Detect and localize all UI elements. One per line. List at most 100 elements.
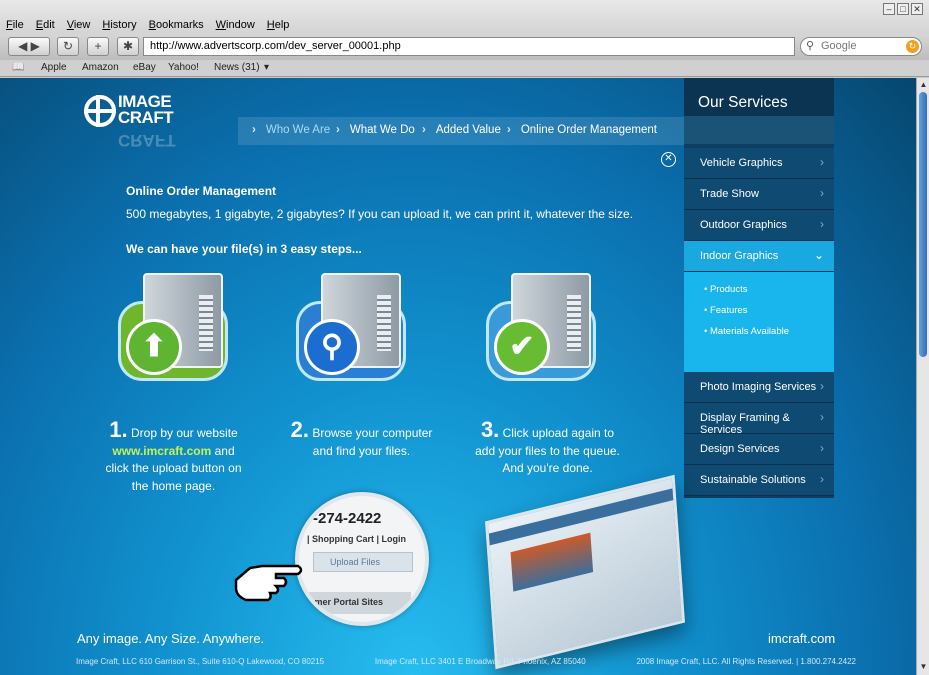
close-icon[interactable]: ✕ — [661, 152, 676, 167]
scroll-down-icon[interactable]: ▼ — [918, 662, 929, 673]
sidebar-sub-materials[interactable]: • Materials Available — [704, 326, 834, 337]
content-subtitle: We can have your file(s) in 3 easy steps… — [126, 242, 362, 256]
services-sidebar: Our Services Vehicle Graphics › Trade Sho… — [684, 78, 834, 498]
nav-online-order-management[interactable]: Online Order Management — [507, 124, 657, 136]
nav-what-we-do[interactable]: What We Do — [336, 124, 415, 136]
back-forward-button[interactable]: ◀ ▶ — [8, 37, 50, 56]
search-field[interactable]: ⚲ Google ↻ — [800, 37, 922, 56]
magnifier-portal: omer Portal Sites — [303, 592, 411, 614]
sidebar-item-label: Design Services — [700, 443, 780, 455]
sidebar-item-trade-show[interactable]: Trade Show › — [684, 179, 834, 210]
sidebar-sub-products[interactable]: • Products — [704, 284, 834, 295]
search-icon: ⚲ — [806, 40, 815, 52]
toolbar: ◀ ▶ ↻ + ✱ http://www.advertscorp.com/dev… — [0, 34, 929, 60]
web-page: IMAGE CRAFT CRAFT Who We Are What We Do … — [0, 78, 916, 675]
close-window-icon[interactable]: ✕ — [911, 3, 923, 15]
sidebar-sub-features[interactable]: • Features — [704, 305, 834, 316]
step-1-text-a: Drop by our website — [130, 426, 238, 440]
vertical-scrollbar[interactable]: ▲ ▼ — [916, 78, 929, 675]
content-description: 500 megabytes, 1 gigabyte, 2 gigabytes? … — [126, 207, 633, 221]
add-bookmark-icon[interactable]: + — [87, 37, 109, 56]
search-placeholder: Google — [821, 40, 857, 52]
logo-line2: CRAFT — [118, 108, 174, 127]
magnifier-icon: ⚲ — [304, 319, 360, 375]
arrow-up-icon: ⬆ — [126, 319, 182, 375]
sidebar-item-photo-imaging[interactable]: Photo Imaging Services › — [684, 372, 834, 403]
upload-server-icon: ⬆ — [118, 273, 238, 388]
sidebar-item-outdoor-graphics[interactable]: Outdoor Graphics › — [684, 210, 834, 241]
sidebar-item-indoor-graphics[interactable]: Indoor Graphics ⌄ — [684, 241, 834, 272]
top-nav: Who We Are What We Do Added Value Online… — [238, 117, 684, 145]
menu-edit[interactable]: Edit — [36, 19, 55, 31]
chevron-down-icon: ⌄ — [813, 248, 824, 262]
nav-who-we-are[interactable]: Who We Are — [252, 124, 330, 136]
reload-icon[interactable]: ↻ — [57, 37, 79, 56]
step-3-text: 3. Click upload again to add your files … — [475, 419, 620, 478]
step-2-text-a: Browse your computer and find your files… — [312, 426, 433, 458]
sidebar-item-design-services[interactable]: Design Services › — [684, 434, 834, 465]
menu-view[interactable]: View — [67, 19, 91, 31]
search-go-icon[interactable]: ↻ — [906, 40, 919, 53]
menu-window[interactable]: Window — [216, 19, 255, 31]
sidebar-item-label: Trade Show — [700, 188, 759, 200]
sidebar-item-display-framing[interactable]: Display Framing & Services › — [684, 403, 834, 436]
window-controls: – □ ✕ — [883, 3, 923, 15]
sidebar-subpanel: • Products • Features • Materials Availa… — [684, 272, 834, 372]
pointing-hand-icon — [234, 564, 303, 602]
footer-address-1: Image Craft, LLC 610 Garrison St., Suite… — [76, 657, 325, 666]
scroll-thumb[interactable] — [919, 92, 927, 357]
minimize-icon[interactable]: – — [883, 3, 895, 15]
chevron-right-icon: › — [820, 186, 824, 200]
sidebar-item-label: Outdoor Graphics — [700, 219, 787, 231]
magnifier-links: | Shopping Cart | Login — [307, 534, 407, 544]
bookmarks-bar: 📖 Apple Amazon eBay Yahoo! News (31) ▾ — [0, 60, 929, 77]
content-title: Online Order Management — [126, 184, 277, 198]
book-icon[interactable]: 📖 — [12, 62, 24, 73]
debug-icon[interactable]: ✱ — [117, 37, 139, 56]
magnifier-callout: -274-2422 | Shopping Cart | Login Upload… — [295, 492, 429, 626]
footer: Image Craft, LLC 610 Garrison St., Suite… — [76, 657, 856, 666]
sidebar-item-sustainable-solutions[interactable]: Sustainable Solutions › — [684, 465, 834, 496]
domain-link[interactable]: imcraft.com — [768, 631, 835, 646]
scroll-up-icon[interactable]: ▲ — [918, 80, 929, 91]
logo[interactable]: IMAGE CRAFT CRAFT — [84, 93, 184, 154]
logo-mark-icon — [84, 95, 116, 127]
menu-bookmarks[interactable]: Bookmarks — [149, 19, 204, 31]
chevron-right-icon: › — [820, 472, 824, 486]
sidebar-item-vehicle-graphics[interactable]: Vehicle Graphics › — [684, 148, 834, 179]
bookmark-apple[interactable]: Apple — [41, 62, 67, 73]
chevron-right-icon: › — [820, 441, 824, 455]
sidebar-item-label: Sustainable Solutions — [700, 474, 806, 486]
menu-history[interactable]: History — [102, 19, 136, 31]
nav-added-value[interactable]: Added Value — [422, 124, 501, 136]
menu-help[interactable]: Help — [267, 19, 290, 31]
screenshot-hero — [510, 532, 594, 592]
menu-bar: File Edit View History Bookmarks Window … — [0, 0, 929, 34]
maximize-icon[interactable]: □ — [897, 3, 909, 15]
browse-server-icon: ⚲ — [296, 273, 416, 388]
sidebar-item-label: Photo Imaging Services — [700, 381, 817, 393]
magnifier-phone: -274-2422 — [313, 510, 382, 527]
website-screenshot — [484, 474, 686, 670]
menu-file[interactable]: File — [6, 19, 24, 31]
sidebar-item-label: Display Framing & Services — [700, 412, 790, 436]
imcraft-link[interactable]: www.imcraft.com — [112, 444, 211, 458]
address-bar[interactable]: http://www.advertscorp.com/dev_server_00… — [143, 37, 795, 56]
chevron-right-icon: › — [820, 379, 824, 393]
chevron-right-icon: › — [820, 410, 824, 424]
footer-copyright: 2008 Image Craft, LLC. All Rights Reserv… — [636, 657, 856, 666]
chevron-right-icon: › — [820, 155, 824, 169]
sidebar-item-label: Indoor Graphics — [700, 250, 779, 262]
sidebar-item-label: Vehicle Graphics — [700, 157, 783, 169]
sidebar-header-bar — [684, 116, 834, 144]
bookmark-amazon[interactable]: Amazon — [82, 62, 119, 73]
step-1-text: 1. Drop by our website www.imcraft.com a… — [101, 419, 246, 495]
footer-address-2: Image Craft, LLC 3401 E Broadway Rd. Pho… — [374, 657, 586, 666]
bookmark-ebay[interactable]: eBay — [133, 62, 156, 73]
done-server-icon: ✔ — [486, 273, 606, 388]
chevron-down-icon[interactable]: ▾ — [264, 62, 269, 73]
menu: File Edit View History Bookmarks Window … — [6, 19, 289, 31]
bookmark-yahoo[interactable]: Yahoo! — [168, 62, 199, 73]
step-2-number: 2. — [290, 417, 309, 442]
bookmark-news[interactable]: News (31) — [214, 62, 260, 73]
